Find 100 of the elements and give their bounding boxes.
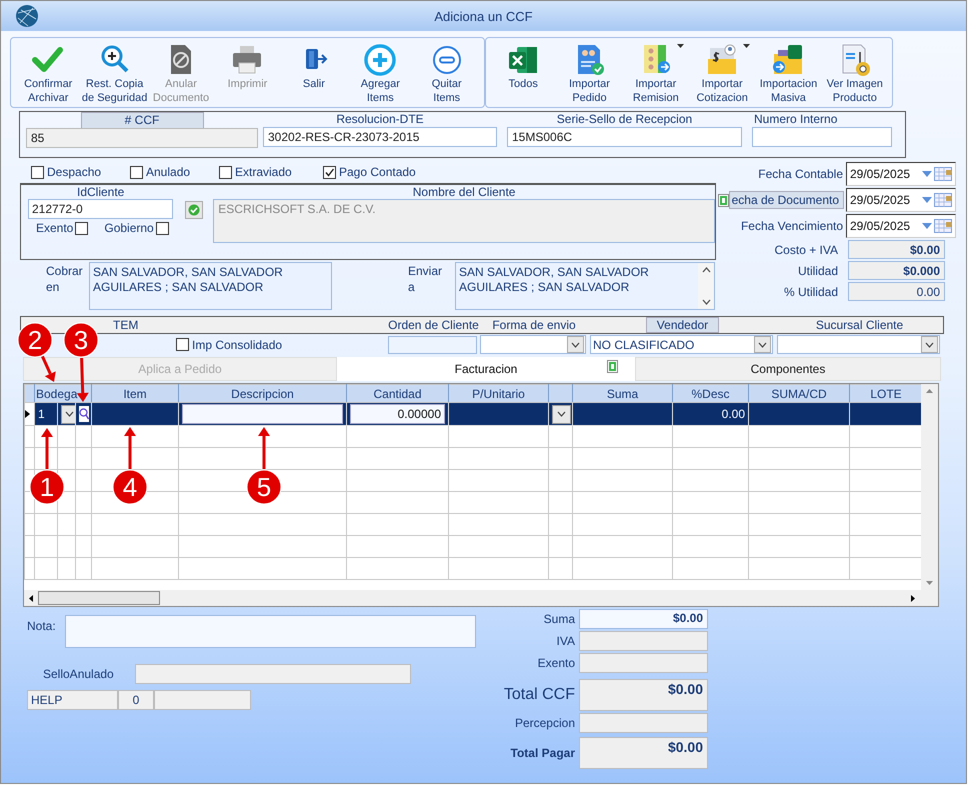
search-icon [79,408,89,420]
chevron-up-icon [702,267,710,273]
toolbar-button[interactable]: Ver Imagen Producto [822,41,888,107]
tab[interactable]: Facturacion [337,357,635,381]
checkbox[interactable] [219,166,232,178]
dropdown-button[interactable] [61,404,74,424]
field-label: Serie-Sello de Recepcion [556,112,694,127]
column-header[interactable]: Cantidad [346,384,449,402]
text-area[interactable]: SAN SALVADOR, SAN SALVADOR AGUILARES ; SAN SALVADOR [455,262,715,310]
dropdown[interactable]: NO CLASIFICADO [590,335,773,354]
text-field[interactable]: 15MS006C [507,127,742,147]
column-header[interactable]: Descripcion [178,384,347,402]
table-cell: 0.00 [672,402,749,426]
toolbar-button[interactable]: Agregar Items [347,41,414,107]
checkbox[interactable] [176,338,189,351]
text-field[interactable]: 0.00000 [350,404,446,424]
text-field[interactable] [579,653,708,673]
date-picker[interactable]: 29/05/2025 [846,162,956,186]
verify-button[interactable] [185,201,204,219]
search-button[interactable] [79,406,89,422]
date-picker[interactable]: 29/05/2025 [846,214,956,238]
text-field[interactable]: 212772-0 [28,199,174,219]
toolbar-button[interactable]: Quitar Items [414,41,480,107]
text-field[interactable]: 30202-RES-CR-23073-2015 [263,127,497,147]
field-label: IdCliente [76,185,126,199]
checkbox[interactable] [323,166,336,178]
field-label: IVA [556,634,575,648]
toolbar-button[interactable]: Importar Remision [622,41,689,107]
text-field[interactable]: $0.00 [848,240,945,259]
text-field[interactable]: 0.00 [848,282,945,301]
row-pointer-icon [26,410,30,418]
scrollbar[interactable] [24,590,938,606]
text-field[interactable]: $0.00 [579,609,708,629]
dropdown-arrow-icon [922,197,932,203]
text-field[interactable]: $0.00 [579,679,708,711]
text-field[interactable]: $0.000 [848,261,945,280]
dropdown-arrow-icon [743,44,750,48]
checkbox[interactable] [130,166,143,178]
checkbox-label: Pago Contado [339,165,416,179]
dropdown-arrow-icon [676,44,684,48]
column-header[interactable]: %Desc [672,384,749,402]
toolbar-button[interactable]: Confirmar Archivar [15,41,82,107]
field-label: Costo + IVA [774,242,838,256]
calendar-icon [934,219,952,233]
section-title: TEM [112,318,140,332]
text-field[interactable] [752,127,892,147]
status-cell: HELP [27,690,118,710]
scroll-up-icon [925,388,934,394]
toolbar-button[interactable]: Todos [490,41,556,107]
checkbox[interactable] [75,222,88,234]
text-field[interactable] [388,336,477,354]
field-label: Numero Interno [753,112,838,127]
plus-icon [362,42,398,76]
column-header[interactable]: SUMA/CD [748,384,850,402]
toolbar-button[interactable]: Importar Cotizacion [688,41,756,107]
window-title: Adiciona un CCF [434,8,533,24]
scrollbar[interactable] [698,263,714,309]
field-label: Resolucion-DTE [335,112,425,127]
toolbar-button[interactable]: Salir [280,41,348,107]
text-field[interactable]: $0.00 [579,737,708,769]
column-header[interactable]: P/Unitario [448,384,549,402]
field-label: Orden de Cliente [388,318,479,332]
toolbar-button[interactable]: Importacion Masiva [755,41,822,107]
check-icon [188,204,200,216]
checkbox[interactable] [156,222,169,234]
globe-icon [15,4,39,28]
scrollbar[interactable] [921,384,938,590]
date-picker[interactable]: 29/05/2025 [846,188,956,212]
toolbar-button[interactable]: Rest. Copia de Seguridad [81,41,148,107]
scroll-thumb[interactable] [38,591,160,605]
column-header[interactable]: Bodega [34,384,92,402]
checkbox-label: Imp Consolidado [192,338,282,352]
chevron-down-icon [925,342,934,348]
column-header[interactable]: LOTE [850,384,923,402]
field-label: SelloAnulado [43,667,114,681]
field-label: Utilidad [798,264,838,278]
dropdown[interactable] [777,335,940,354]
text-field[interactable]: 85 [26,128,258,148]
tab[interactable]: Componentes [635,357,941,381]
text-area[interactable] [64,615,476,648]
chevron-down-icon [702,299,710,305]
column-header[interactable]: Item [92,384,179,402]
field-label: # CCF [80,112,204,128]
calendar-icon [934,167,952,181]
field-label: Sucursal Cliente [816,318,904,332]
text-field[interactable] [579,713,708,733]
field-label: Forma de envio [492,318,576,332]
toolbar-button[interactable]: Importar Pedido [556,41,623,107]
checkbox-label: Anulado [146,165,190,179]
chevron-down-icon [758,342,767,348]
text-field[interactable] [182,404,344,424]
dropdown-button[interactable] [552,404,572,424]
table-cell: 1 [34,402,58,426]
checkbox[interactable] [31,166,44,178]
scroll-right-icon [910,594,916,602]
column-header[interactable]: Suma [572,384,673,402]
dropdown[interactable] [480,335,586,354]
text-field[interactable] [579,631,708,651]
text-area[interactable]: SAN SALVADOR, SAN SALVADOR AGUILARES ; SAN SALVADOR [89,262,332,310]
text-field[interactable] [134,664,411,684]
